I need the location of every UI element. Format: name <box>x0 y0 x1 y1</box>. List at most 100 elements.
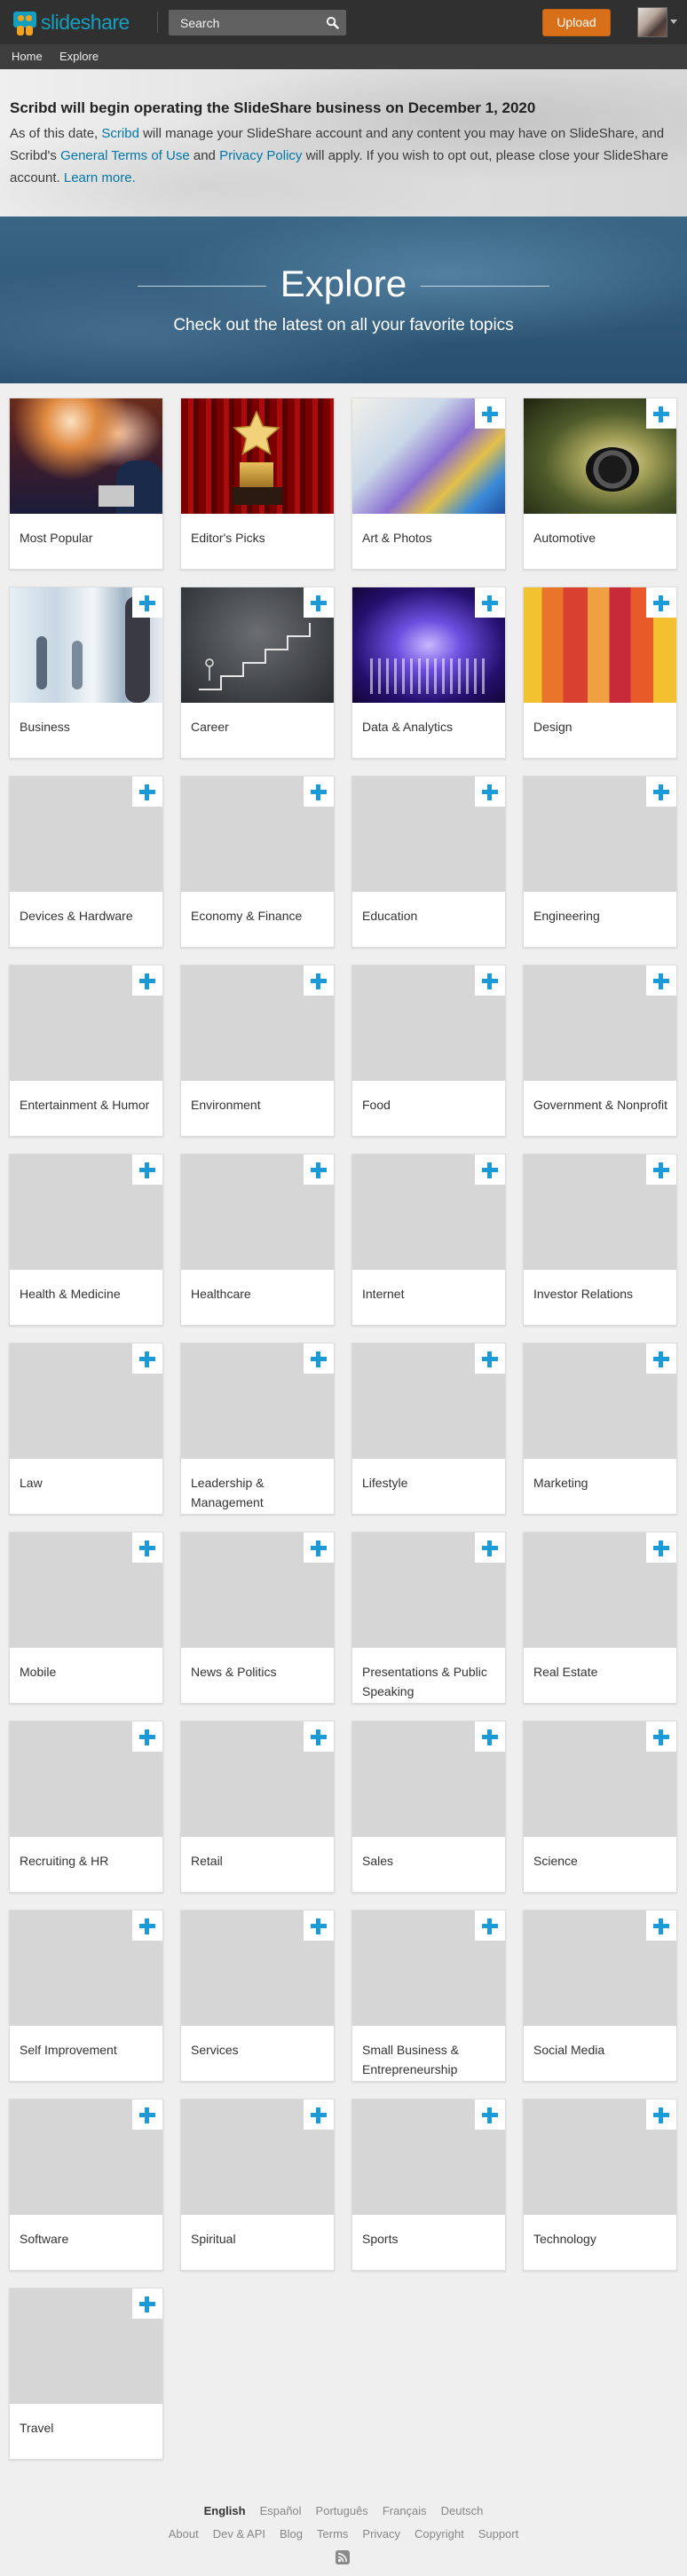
topic-card[interactable]: Entertainment & Humor <box>9 965 163 1137</box>
follow-plus-icon[interactable] <box>132 1532 162 1563</box>
scribd-link[interactable]: Scribd <box>101 126 139 141</box>
topic-label[interactable]: Small Business & Entrepreneurship <box>362 2040 500 2079</box>
follow-plus-icon[interactable] <box>132 2099 162 2130</box>
follow-plus-icon[interactable] <box>132 776 162 807</box>
follow-plus-icon[interactable] <box>646 2099 676 2130</box>
search-icon[interactable] <box>326 16 339 29</box>
topic-label[interactable]: Marketing <box>533 1473 671 1493</box>
topic-label[interactable]: Services <box>191 2040 328 2060</box>
follow-plus-icon[interactable] <box>475 776 505 807</box>
privacy-link[interactable]: Privacy Policy <box>219 148 302 163</box>
topic-label[interactable]: Data & Analytics <box>362 717 500 737</box>
star-trophy-photo[interactable] <box>181 398 334 514</box>
topic-label[interactable]: News & Politics <box>191 1662 328 1682</box>
follow-plus-icon[interactable] <box>646 1532 676 1563</box>
topic-label[interactable]: Health & Medicine <box>20 1284 157 1304</box>
follow-plus-icon[interactable] <box>475 1532 505 1563</box>
topic-label[interactable]: Most Popular <box>20 528 157 547</box>
topic-label[interactable]: Spiritual <box>191 2229 328 2249</box>
follow-plus-icon[interactable] <box>475 587 505 618</box>
follow-plus-icon[interactable] <box>304 776 334 807</box>
topic-label[interactable]: Entertainment & Humor <box>20 1095 157 1115</box>
topic-card[interactable]: Technology <box>523 2099 677 2271</box>
language-option[interactable]: Português <box>316 2504 368 2517</box>
topic-label[interactable]: Leadership & Management <box>191 1473 328 1512</box>
topic-card[interactable]: Marketing <box>523 1343 677 1515</box>
topic-card[interactable]: Investor Relations <box>523 1154 677 1326</box>
language-option[interactable]: Français <box>383 2504 427 2517</box>
follow-plus-icon[interactable] <box>304 1154 334 1185</box>
topic-label[interactable]: Technology <box>533 2229 671 2249</box>
rss-icon[interactable] <box>336 2550 350 2564</box>
search-input[interactable]: Search <box>169 10 346 35</box>
topic-label[interactable]: Retail <box>191 1851 328 1871</box>
terms-link[interactable]: General Terms of Use <box>60 148 190 163</box>
topic-card[interactable]: Business <box>9 587 163 759</box>
topic-card[interactable]: Mobile <box>9 1532 163 1704</box>
topic-card[interactable]: Automotive <box>523 398 677 570</box>
follow-plus-icon[interactable] <box>646 776 676 807</box>
topic-card[interactable]: Recruiting & HR <box>9 1721 163 1893</box>
topic-card[interactable]: Travel <box>9 2288 163 2460</box>
topic-card[interactable]: Self Improvement <box>9 1910 163 2082</box>
footer-link[interactable]: Terms <box>317 2527 348 2541</box>
topic-card[interactable]: Environment <box>180 965 335 1137</box>
topic-card[interactable]: Art & Photos <box>351 398 506 570</box>
footer-link[interactable]: Blog <box>280 2527 303 2541</box>
follow-plus-icon[interactable] <box>132 1721 162 1752</box>
follow-plus-icon[interactable] <box>132 965 162 996</box>
topic-card[interactable]: Leadership & Management <box>180 1343 335 1515</box>
follow-plus-icon[interactable] <box>475 1910 505 1941</box>
footer-link[interactable]: Privacy <box>362 2527 400 2541</box>
topic-card[interactable]: Career <box>180 587 335 759</box>
topic-label[interactable]: Science <box>533 1851 671 1871</box>
topic-label[interactable]: Investor Relations <box>533 1284 671 1304</box>
nav-home[interactable]: Home <box>12 50 43 63</box>
topic-card[interactable]: Retail <box>180 1721 335 1893</box>
follow-plus-icon[interactable] <box>475 398 505 429</box>
follow-plus-icon[interactable] <box>475 965 505 996</box>
follow-plus-icon[interactable] <box>646 1910 676 1941</box>
chevron-down-icon[interactable] <box>670 20 677 24</box>
follow-plus-icon[interactable] <box>646 1154 676 1185</box>
topic-label[interactable]: Business <box>20 717 157 737</box>
footer-link[interactable]: Dev & API <box>213 2527 265 2541</box>
nav-explore[interactable]: Explore <box>59 50 99 63</box>
learn-more-link[interactable]: Learn more. <box>64 170 136 185</box>
topic-label[interactable]: Devices & Hardware <box>20 906 157 926</box>
topic-label[interactable]: Automotive <box>533 528 671 547</box>
topic-card[interactable]: News & Politics <box>180 1532 335 1704</box>
follow-plus-icon[interactable] <box>475 1721 505 1752</box>
footer-link[interactable]: Copyright <box>415 2527 464 2541</box>
topic-card[interactable]: Data & Analytics <box>351 587 506 759</box>
slideshare-logo[interactable]: slideshare <box>12 8 130 36</box>
topic-label[interactable]: Self Improvement <box>20 2040 157 2060</box>
topic-card[interactable]: Law <box>9 1343 163 1515</box>
topic-card[interactable]: Most Popular <box>9 398 163 570</box>
follow-plus-icon[interactable] <box>304 1343 334 1374</box>
follow-plus-icon[interactable] <box>132 2288 162 2319</box>
language-option[interactable]: Español <box>260 2504 302 2517</box>
topic-label[interactable]: Law <box>20 1473 157 1493</box>
follow-plus-icon[interactable] <box>132 1343 162 1374</box>
follow-plus-icon[interactable] <box>475 1343 505 1374</box>
topic-label[interactable]: Sports <box>362 2229 500 2249</box>
follow-plus-icon[interactable] <box>646 1343 676 1374</box>
follow-plus-icon[interactable] <box>304 965 334 996</box>
language-option[interactable]: Deutsch <box>441 2504 484 2517</box>
topic-card[interactable]: Editor's Picks <box>180 398 335 570</box>
follow-plus-icon[interactable] <box>304 587 334 618</box>
upload-button[interactable]: Upload <box>542 9 611 36</box>
topic-card[interactable]: Education <box>351 776 506 948</box>
topic-label[interactable]: Travel <box>20 2418 157 2438</box>
follow-plus-icon[interactable] <box>646 398 676 429</box>
topic-card[interactable]: Lifestyle <box>351 1343 506 1515</box>
topic-card[interactable]: Science <box>523 1721 677 1893</box>
follow-plus-icon[interactable] <box>304 1910 334 1941</box>
topic-label[interactable]: Education <box>362 906 500 926</box>
topic-label[interactable]: Lifestyle <box>362 1473 500 1493</box>
topic-label[interactable]: Design <box>533 717 671 737</box>
topic-card[interactable]: Health & Medicine <box>9 1154 163 1326</box>
follow-plus-icon[interactable] <box>132 1154 162 1185</box>
topic-card[interactable]: Small Business & Entrepreneurship <box>351 1910 506 2082</box>
